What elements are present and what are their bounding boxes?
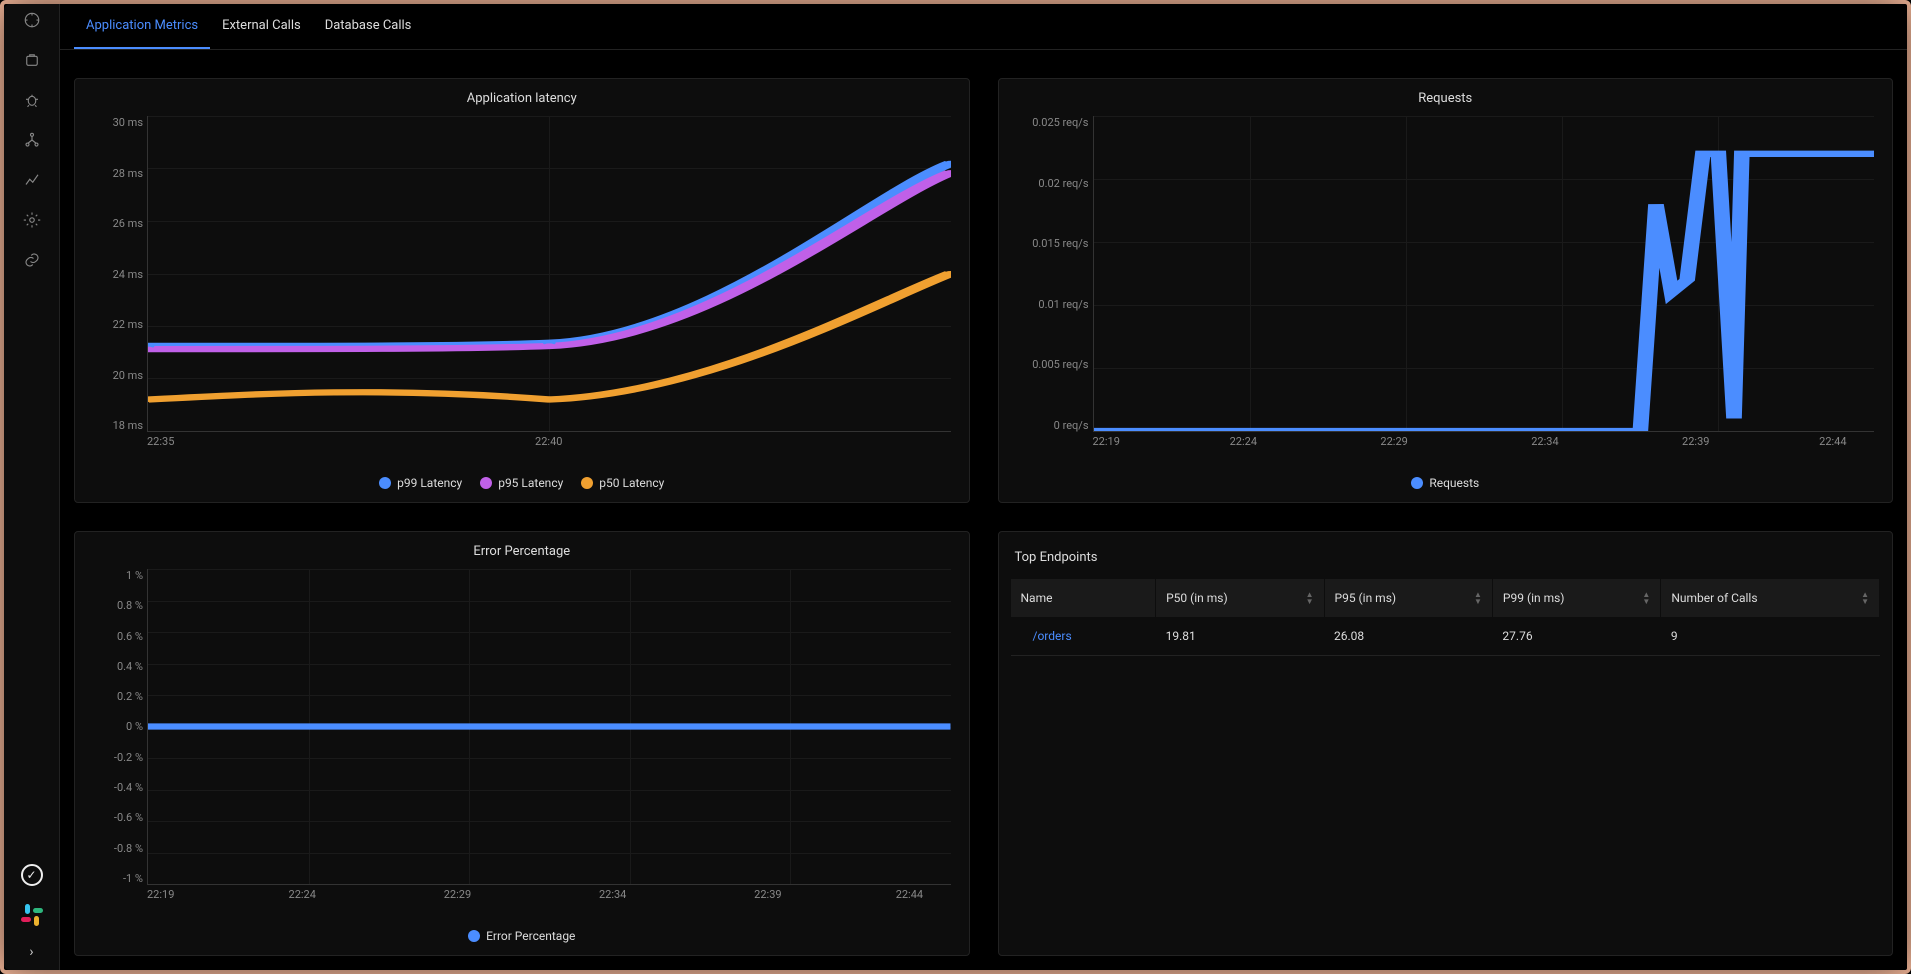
- legend-requests[interactable]: Requests: [1411, 476, 1479, 490]
- chart-title: Error Percentage: [75, 532, 969, 563]
- panel-application-latency: Application latency 30 ms 28 ms 26 ms 24…: [74, 78, 970, 503]
- metrics-icon[interactable]: [22, 170, 42, 190]
- sort-icon[interactable]: ▲▼: [1306, 591, 1314, 605]
- x-axis: 22:35 22:40: [147, 435, 951, 448]
- sort-icon[interactable]: ▲▼: [1861, 591, 1869, 605]
- endpoints-table: Name P50 (in ms)▲▼ P95 (in ms)▲▼ P99 (in…: [1011, 579, 1881, 656]
- tab-external-calls[interactable]: External Calls: [210, 4, 313, 49]
- endpoint-p50: 19.81: [1156, 617, 1324, 656]
- col-p95[interactable]: P95 (in ms)▲▼: [1324, 579, 1492, 617]
- col-p99[interactable]: P99 (in ms)▲▼: [1492, 579, 1660, 617]
- col-p50[interactable]: P50 (in ms)▲▼: [1156, 579, 1324, 617]
- sort-icon[interactable]: ▲▼: [1474, 591, 1482, 605]
- dashboard-icon[interactable]: [22, 10, 42, 30]
- slack-icon[interactable]: [21, 904, 43, 926]
- chart-title: Requests: [999, 79, 1893, 110]
- tabs: Application Metrics External Calls Datab…: [60, 4, 1907, 50]
- endpoint-name[interactable]: /orders: [1011, 617, 1156, 656]
- panel-top-endpoints: Top Endpoints Name P50 (in ms)▲▼ P95 (in…: [998, 531, 1894, 956]
- panel-error-percentage: Error Percentage 1 % 0.8 % 0.6 % 0.4 % 0…: [74, 531, 970, 956]
- chart-plot[interactable]: [1093, 116, 1875, 432]
- endpoint-p95: 26.08: [1324, 617, 1492, 656]
- chart-plot[interactable]: [147, 569, 951, 885]
- table-title: Top Endpoints: [1011, 546, 1881, 579]
- tab-database-calls[interactable]: Database Calls: [313, 4, 424, 49]
- chart-legend: p99 Latency p95 Latency p50 Latency: [75, 468, 969, 502]
- legend-p50[interactable]: p50 Latency: [581, 476, 664, 490]
- sort-icon[interactable]: ▲▼: [1642, 591, 1650, 605]
- y-axis: 30 ms 28 ms 26 ms 24 ms 22 ms 20 ms 18 m…: [89, 116, 143, 432]
- bug-icon[interactable]: [22, 90, 42, 110]
- table-header-row: Name P50 (in ms)▲▼ P95 (in ms)▲▼ P99 (in…: [1011, 579, 1880, 617]
- x-axis: 22:19 22:24 22:29 22:34 22:39 22:44: [1093, 435, 1875, 448]
- flow-icon[interactable]: [22, 130, 42, 150]
- panel-requests: Requests 0.025 req/s 0.02 req/s 0.015 re…: [998, 78, 1894, 503]
- settings-icon[interactable]: [22, 210, 42, 230]
- endpoint-p99: 27.76: [1492, 617, 1660, 656]
- y-axis: 1 % 0.8 % 0.6 % 0.4 % 0.2 % 0 % -0.2 % -…: [89, 569, 143, 885]
- table-row[interactable]: /orders 19.81 26.08 27.76 9: [1011, 617, 1880, 656]
- chart-legend: Error Percentage: [75, 921, 969, 955]
- chart-plot[interactable]: [147, 116, 951, 432]
- alerts-icon[interactable]: [22, 50, 42, 70]
- check-icon[interactable]: ✓: [21, 864, 43, 886]
- expand-icon[interactable]: ›: [29, 944, 33, 960]
- y-axis: 0.025 req/s 0.02 req/s 0.015 req/s 0.01 …: [1013, 116, 1089, 432]
- endpoint-calls: 9: [1661, 617, 1880, 656]
- tab-application-metrics[interactable]: Application Metrics: [74, 4, 210, 49]
- chart-legend: Requests: [999, 468, 1893, 502]
- x-axis: 22:19 22:24 22:29 22:34 22:39 22:44: [147, 888, 951, 901]
- legend-p99[interactable]: p99 Latency: [379, 476, 462, 490]
- main-content: Application Metrics External Calls Datab…: [60, 4, 1907, 970]
- sidebar: ✓ ›: [4, 4, 60, 970]
- legend-p95[interactable]: p95 Latency: [480, 476, 563, 490]
- col-name[interactable]: Name: [1011, 579, 1156, 617]
- legend-error[interactable]: Error Percentage: [468, 929, 575, 943]
- link-icon[interactable]: [22, 250, 42, 270]
- chart-title: Application latency: [75, 79, 969, 110]
- col-calls[interactable]: Number of Calls▲▼: [1661, 579, 1880, 617]
